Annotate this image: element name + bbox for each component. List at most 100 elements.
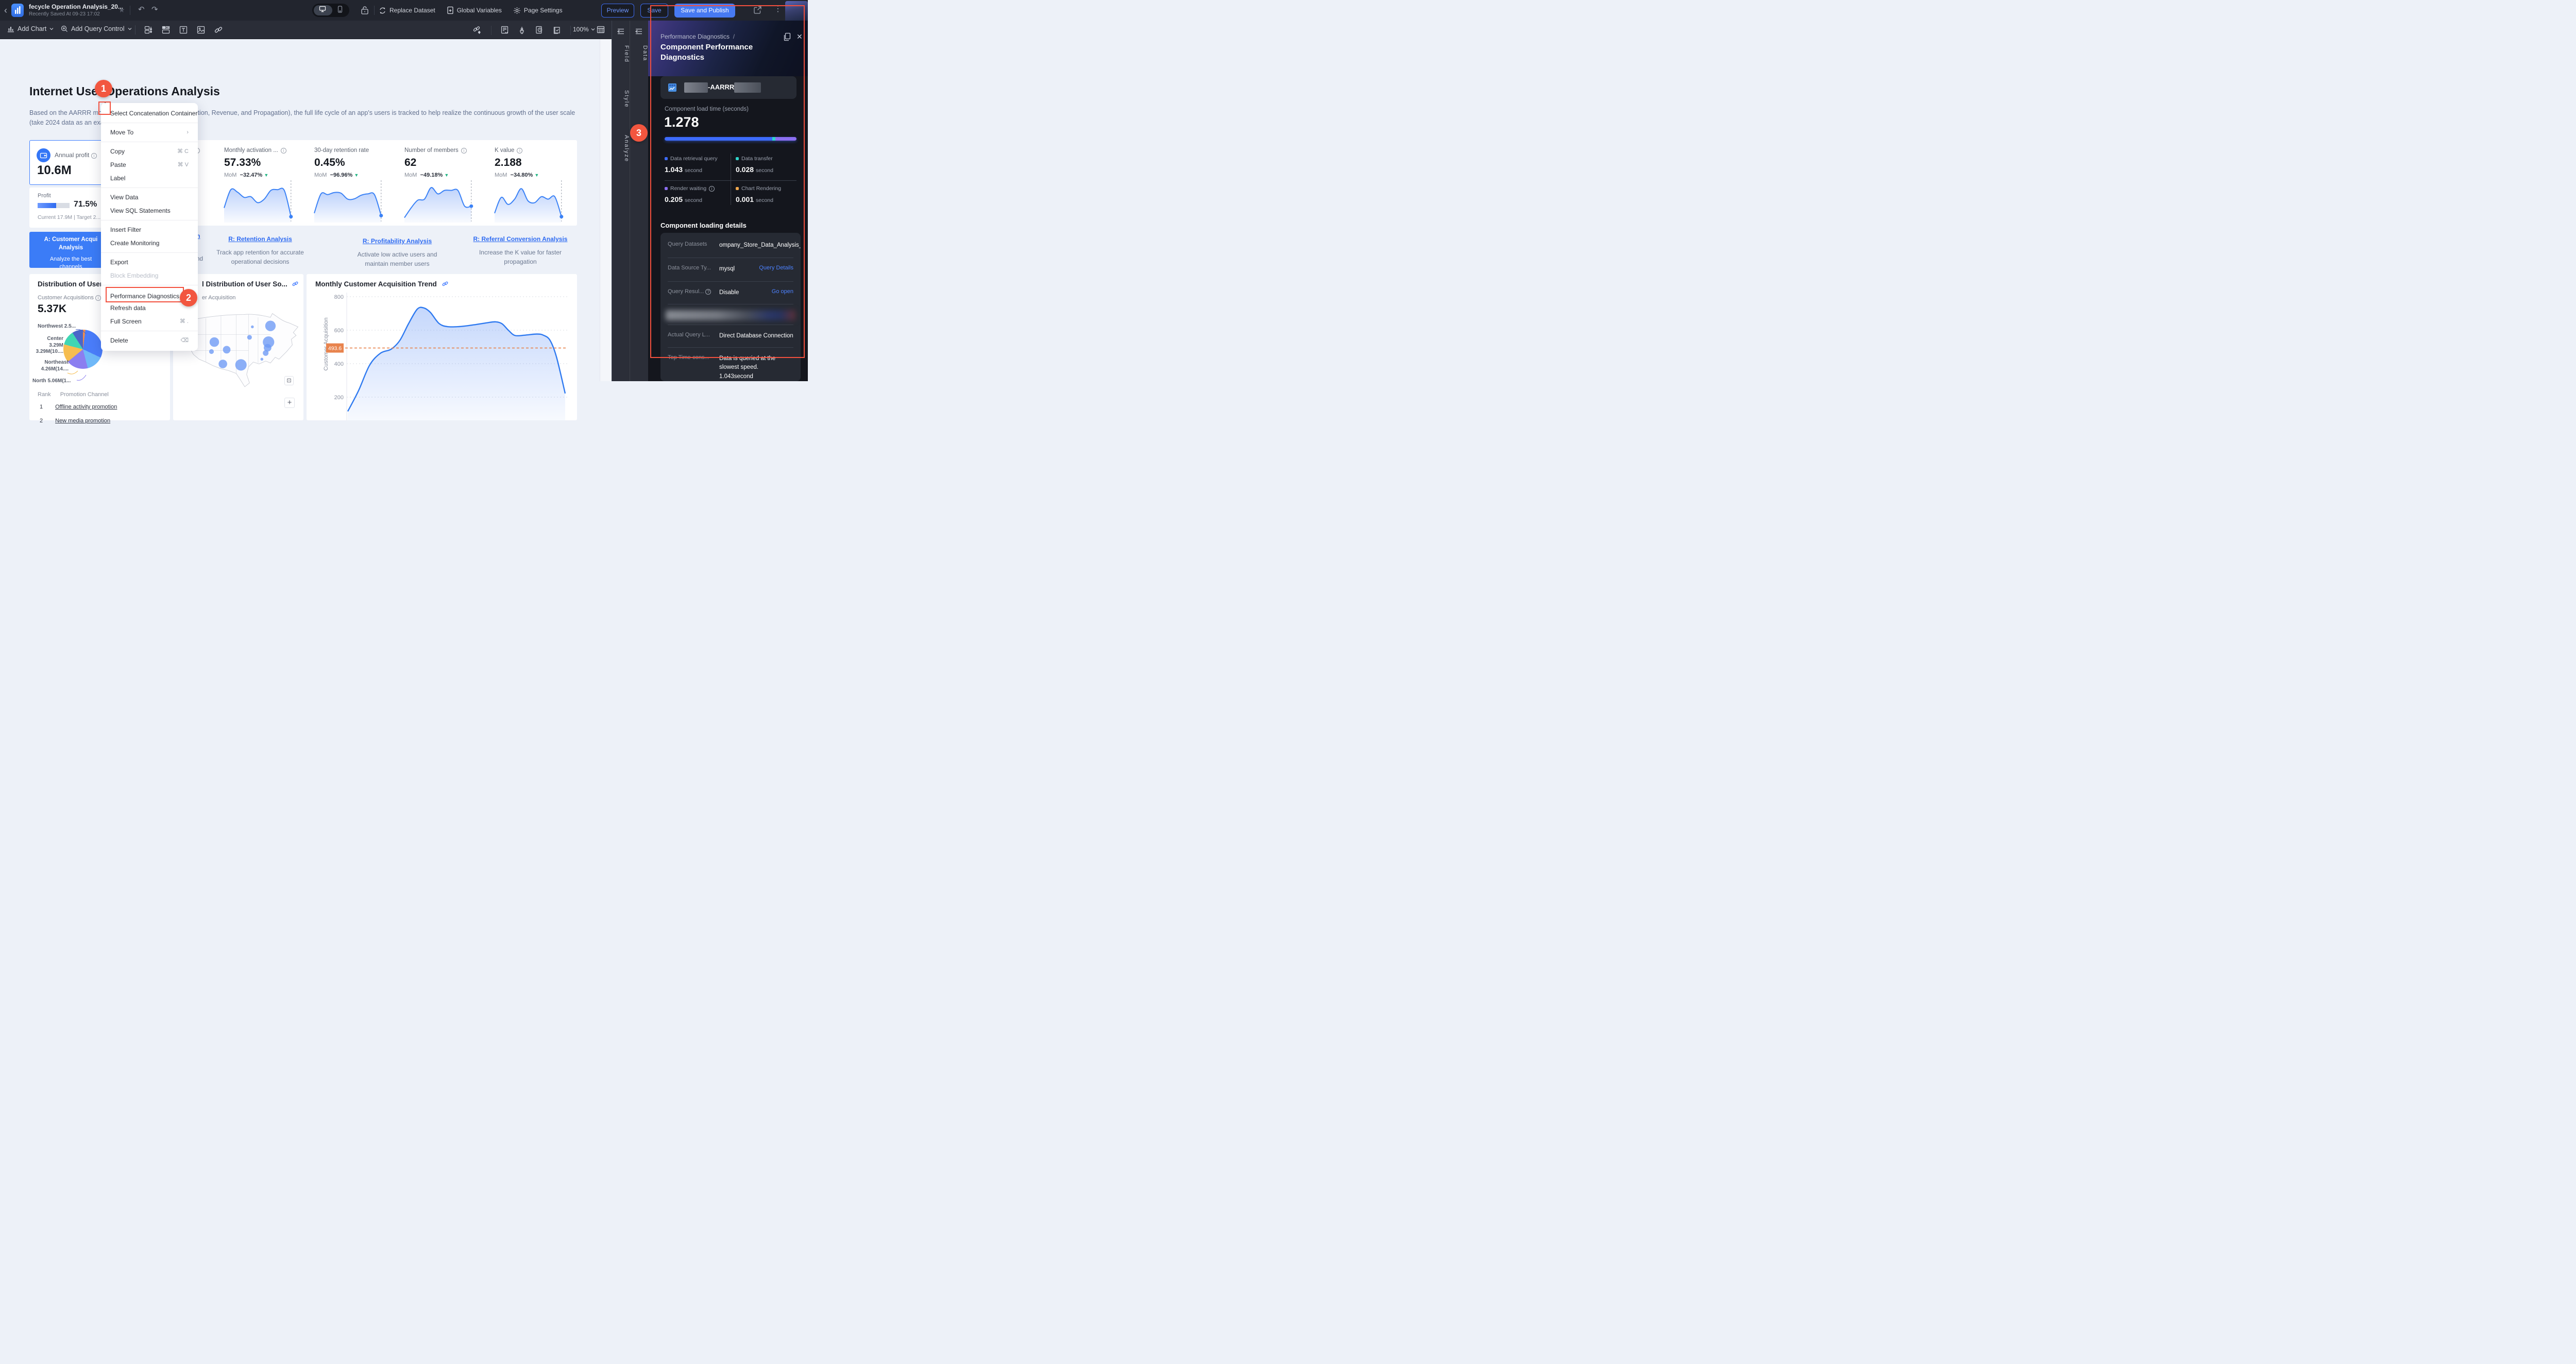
menu-item-paste[interactable]: Paste ⌘ V [101,158,198,172]
metric-label: Customer Acquisitions i [38,295,101,301]
collapse-panel-icon[interactable] [635,28,643,35]
svg-text:800: 800 [334,294,344,300]
global-variables-button[interactable]: Global Variables [447,6,502,14]
svg-text:493.6: 493.6 [328,346,342,352]
add-query-control-button[interactable]: Add Query Control [61,25,132,32]
map-zoom-in-button[interactable]: + [284,398,295,408]
kpi-column[interactable]: K value i 2.188 MoM −34.80% ▼ [494,140,581,226]
zoom-select[interactable]: 100% [573,26,595,33]
data-tab-strip: Data [630,21,648,381]
redo-icon[interactable]: ↷ [151,5,158,14]
kpi-column[interactable]: Monthly activation ... i 57.33% MoM −32.47… [224,140,311,226]
metric-value: 0.001 second [736,195,773,203]
text-icon[interactable] [179,26,188,34]
tab-field[interactable]: Field [612,45,630,63]
device-toggle[interactable] [312,4,349,17]
menu-item-delete[interactable]: Delete ⌫ [101,334,198,347]
menu-item-select-concatenation-container[interactable]: Select Concatenation Container [101,107,198,120]
chevron-down-icon [128,28,131,30]
lock-icon[interactable] [361,6,369,15]
annual-profit-card[interactable]: Annual profit i 10.6M [29,140,112,185]
page-settings-button[interactable]: Page Settings [513,7,563,14]
menu-item-create-monitoring[interactable]: Create Monitoring [101,236,198,250]
utility-icons [473,26,571,35]
channel-link[interactable]: New media promotion [55,418,110,424]
trend-card[interactable]: Monthly Customer Acquisition Trend Custo… [307,274,577,420]
load-time-bar [665,137,796,141]
undo-icon[interactable]: ↶ [138,5,145,14]
share-icon[interactable] [753,6,762,14]
more-menu-icon[interactable]: ⋮ [774,4,782,14]
hyperlink-icon[interactable] [214,26,223,34]
panel-title: Component Performance Diagnostics [660,43,753,62]
progress-fill [38,203,56,208]
doc-title: fecycle Operation Analysis_20... [29,3,123,10]
redacted-row [666,310,795,320]
metric-value: 0.205 second [665,195,702,203]
kpi-value: 57.33% [224,157,261,168]
tab-analyze[interactable]: Analyze [612,135,630,162]
analysis-link[interactable]: R: Referral Conversion Analysis [466,235,574,244]
metric-cell: Chart Rendering 0.001 second [736,185,798,203]
query-control-icon[interactable] [144,26,152,34]
theme-brush-link-icon[interactable] [473,26,482,35]
details-card: Query Datasets ompany_Store_Data_Analysis… [660,233,801,381]
menu-item-view-sql-statements[interactable]: View SQL Statements [101,204,198,217]
favorite-star-icon[interactable]: ★ [118,6,125,14]
menu-item-export[interactable]: Export [101,255,198,269]
notes-icon[interactable] [501,26,509,35]
link-icon [292,281,298,286]
detail-link[interactable]: Go open [772,288,793,295]
menu-item-label[interactable]: Label [101,172,198,185]
map-fit-button[interactable]: ⊡ [284,376,294,385]
container-icon[interactable] [162,26,170,34]
close-icon[interactable]: ✕ [796,32,803,41]
analysis-description: Increase the K value for faster propagat… [479,249,562,265]
copy-icon[interactable] [783,32,791,41]
menu-divider [101,252,198,253]
profit-progress-card[interactable]: Profit 71.5% Current 17.9M | Target 2... [29,187,112,228]
kpi-column[interactable]: 30-day retention rate 0.45% MoM −96.96% ▼ [314,140,401,226]
config-tab-strip: Field Style Analyze [612,21,630,381]
tab-style[interactable]: Style [612,90,630,108]
preview-button[interactable]: Preview [601,4,634,18]
panel-breadcrumb[interactable]: Performance Diagnostics / [660,33,735,40]
analysis-link[interactable]: R: Profitability Analysis [348,237,446,246]
table-view-icon[interactable] [597,26,605,33]
trend-line-chart[interactable]: 800 600 400 200 493.6 [326,293,569,420]
metric-cell: Data transfer 0.028 second [736,156,798,174]
analysis-link[interactable]: R: Retention Analysis [211,235,309,244]
image-icon[interactable] [197,26,205,34]
doc-saved-status: Recently Saved At 09-23 17:02 [29,11,100,17]
menu-divider [101,187,198,188]
menu-item-insert-filter[interactable]: Insert Filter [101,223,198,236]
kpi-column[interactable]: Number of members i 62 MoM −49.18% ▼ [404,140,491,226]
refresh-query-icon[interactable] [535,26,544,35]
brush-icon[interactable] [518,26,526,35]
progress-track [38,203,70,208]
replace-dataset-button[interactable]: Replace Dataset [379,7,435,14]
kpi-value: 62 [404,157,417,168]
rank-row: 2 New media promotion [40,418,111,424]
menu-item-full-screen[interactable]: Full Screen ⌘ . [101,315,198,328]
save-button[interactable]: Save [640,4,668,18]
map-subtitle: er Acquisition [202,295,236,301]
save-and-publish-button[interactable]: Save and Publish [674,4,735,18]
top-bar: ‹ fecycle Operation Analysis_20... Recen… [0,0,808,21]
menu-item-view-data[interactable]: View Data [101,191,198,204]
kpi-sparkline [494,180,564,223]
collapse-panel-icon[interactable] [617,28,625,35]
menu-item-copy[interactable]: Copy ⌘ C [101,145,198,158]
add-chart-button[interactable]: Add Chart [7,25,54,32]
kpi-value: 2.188 [495,157,522,168]
acquisition-analysis-tile[interactable]: A: Customer Acqui Analysis Analyze the be… [29,232,112,268]
back-icon[interactable]: ‹ [4,5,7,15]
kpi-value: 10.6M [37,163,72,177]
details-title: Component loading details [660,221,747,229]
checklist-icon[interactable] [553,26,561,35]
channel-link[interactable]: Offline activity promotion [55,404,117,410]
detail-label: Query Resul... ? [668,288,716,295]
menu-item-move-to[interactable]: Move To › [101,126,198,139]
tab-data[interactable]: Data [630,45,648,61]
detail-link[interactable]: Query Details [759,265,793,271]
